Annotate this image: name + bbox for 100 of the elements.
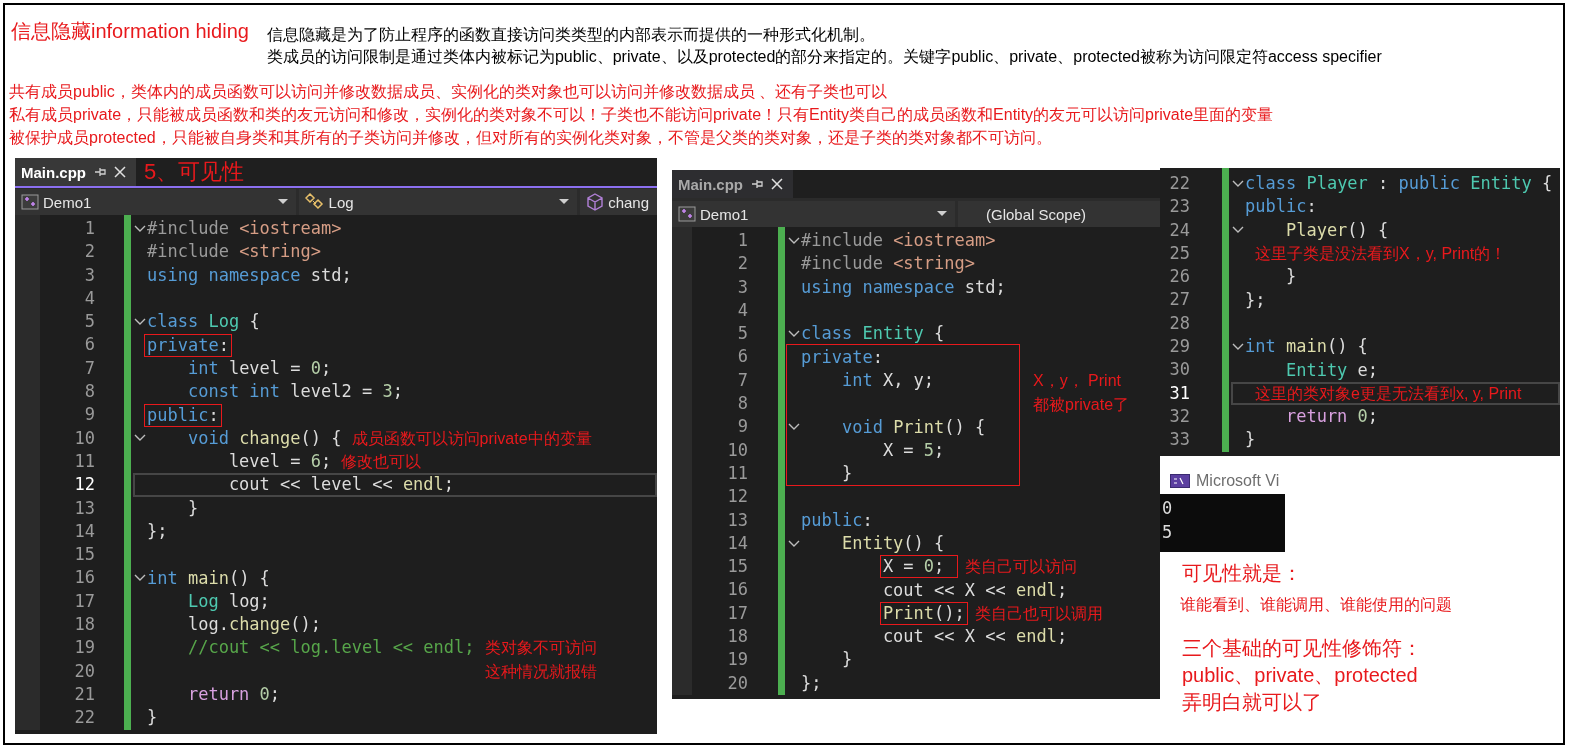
file-tab[interactable]: Main.cpp [15,158,136,186]
fold-chevron-icon[interactable] [1232,342,1244,351]
summary-text: 三个基础的可见性修饰符： [1182,635,1423,661]
console-title: Microsoft Vi [1196,471,1280,490]
code-text: int main() { [1245,336,1368,358]
code-text: cout << X << endl; [881,579,1068,601]
close-icon[interactable] [114,166,126,178]
line-number: 19 [73,636,95,660]
note-text: 私有成员private，只能被成员函数和类的友元访问和修改，实例化的类对象不可以！子类也不能访问private！只有Entity类自己的成员函数和Entity的友元可以访问private里面的变量 [9,105,1275,125]
line-number: 16 [726,578,748,602]
fold-chevron-icon[interactable] [788,539,800,548]
fold-chevron-icon[interactable] [134,574,146,583]
navigation-dropdown[interactable]: chang [580,189,657,215]
code-text: #include <string> [147,241,321,263]
code-text: //cout << log.level << endl; [186,637,475,659]
line-number: 2 [83,240,95,264]
line-number: 15 [73,543,95,567]
navigation-dropdown[interactable]: Demo1 [672,201,955,227]
code-text: Entity e; [1284,359,1379,381]
code-text: int level = 0; [186,357,332,379]
line-number: 27 [1168,288,1190,312]
cube-icon [586,193,605,211]
fold-chevron-icon[interactable] [134,434,146,443]
line-number: 13 [726,508,748,532]
boxed-code: X = 0; [880,556,957,578]
line-number: 6 [736,345,748,369]
code-text: public: [1245,196,1317,218]
navigation-dropdown[interactable]: Log [298,189,578,215]
line-number: 26 [1168,265,1190,289]
line-number: 22 [1168,172,1190,195]
line-number: 23 [1168,195,1190,219]
fold-chevron-icon[interactable] [1232,179,1244,188]
caption-text: 5、可见性 [144,158,245,186]
code-text: #include <iostream> [147,218,342,240]
code-text: private: [801,346,883,368]
annotation-note: 类自己也可以调用 [974,603,1103,624]
line-number: 18 [726,625,748,649]
fold-chevron-icon[interactable] [788,236,800,245]
code-text: return 0; [186,684,281,706]
navigation-dropdown[interactable]: (Global Scope) [958,201,1160,227]
code-text: } [186,497,199,519]
line-number: 5 [736,322,748,346]
code-text: void Print() { [840,416,986,438]
close-icon[interactable] [771,178,783,190]
line-number: 1 [736,229,748,252]
page-title: 信息隐藏information hiding [11,19,249,44]
pin-icon[interactable] [94,166,106,178]
code-text: } [840,463,853,485]
line-number: 8 [736,392,748,416]
line-number: 31 [1168,381,1190,405]
boxed-code: private: [145,334,231,356]
code-text: Player() { [1284,219,1389,241]
fold-chevron-icon[interactable] [788,329,800,338]
line-number: 4 [736,298,748,322]
line-number: 15 [726,555,748,579]
line-number: 17 [73,589,95,613]
line-number: 19 [726,648,748,672]
line-number: 20 [73,659,95,683]
console-output-line: 5 [1162,520,1174,544]
code-text: }; [1245,289,1266,311]
annotation-note: 这里子类是没法看到X，y, Print的！ [1255,243,1507,264]
project-icon [678,206,696,222]
navigation-dropdown[interactable]: Demo1 [15,189,296,215]
code-text: cout << X << endl; [881,626,1068,648]
code-text: Log log; [186,590,270,612]
code-text: int main() { [147,567,270,589]
fold-chevron-icon[interactable] [1232,226,1244,235]
line-number: 4 [83,286,95,310]
boxed-code: public: [145,404,221,426]
line-number: 6 [83,333,95,357]
console-app-icon [1170,473,1190,488]
line-number: 22 [73,706,95,730]
line-number: 21 [73,682,95,706]
pin-icon[interactable] [751,178,763,190]
code-text: } [147,707,158,729]
code-text: using namespace std; [147,264,352,286]
fold-chevron-icon[interactable] [134,317,146,326]
code-text: X = 5; [881,439,945,461]
note-text: 被保护成员protected，只能被自身类和其所有的子类访问并修改，但对所有的实例化类对象，不管是父类的类对象，还是子类的类对象都不可访问。 [9,128,1053,148]
annotation-note: 类对象不可访问 这种情况就报错 [484,638,597,683]
code-text: } [1245,429,1256,451]
line-number: 20 [726,671,748,695]
line-number: 7 [83,356,95,380]
code-text: void change() { [186,427,342,449]
fold-chevron-icon[interactable] [788,423,800,431]
code-text: }; [801,672,822,694]
line-number: 24 [1168,218,1190,242]
file-tab[interactable]: Main.cpp [672,170,793,198]
fold-chevron-icon[interactable] [134,224,146,233]
annotation-note: 修改也可以 [341,451,422,472]
code-text: #include <string> [801,253,975,275]
annotation-note: 成员函数可以访问private中的变量 [351,428,592,449]
line-number: 1 [83,217,95,240]
line-number: 25 [1168,241,1190,265]
line-number: 10 [726,438,748,462]
line-number: 28 [1168,311,1190,335]
line-number: 7 [736,368,748,392]
line-number: 9 [83,403,95,427]
code-text: level = 6; [227,451,332,473]
annotation-note: 类自己可以访问 [964,557,1077,578]
